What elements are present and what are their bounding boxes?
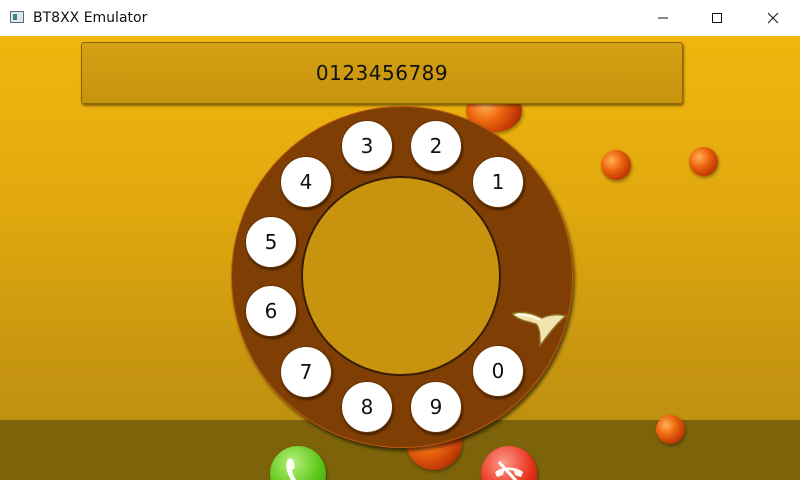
number-display: 0123456789 (81, 42, 683, 104)
minimize-button[interactable] (640, 0, 686, 36)
dial-digit-4[interactable]: 4 (280, 156, 332, 208)
window-title: BT8XX Emulator (33, 10, 148, 26)
phone-stage: 0123456789 1 2 3 4 5 6 7 8 9 0 (0, 36, 800, 480)
decorative-ball (601, 150, 631, 180)
dial-digit-7[interactable]: 7 (280, 346, 332, 398)
finger-stop-icon (510, 311, 568, 349)
phone-hangup-icon (495, 460, 523, 480)
dial-digit-6[interactable]: 6 (245, 285, 297, 337)
close-button[interactable] (750, 0, 796, 36)
decorative-ball (656, 415, 685, 444)
close-icon (767, 12, 779, 24)
dial-digit-1[interactable]: 1 (472, 156, 524, 208)
dial-digit-8[interactable]: 8 (341, 381, 393, 433)
decorative-ball (689, 147, 718, 176)
dial-digit-0[interactable]: 0 (472, 345, 524, 397)
minimize-icon (658, 17, 668, 19)
dial-digit-3[interactable]: 3 (341, 120, 393, 172)
phone-answer-icon (286, 458, 301, 480)
app-window-icon (10, 11, 24, 23)
dial-digit-9[interactable]: 9 (410, 381, 462, 433)
maximize-icon (712, 13, 722, 23)
dial-digit-2[interactable]: 2 (410, 120, 462, 172)
maximize-button[interactable] (694, 0, 740, 36)
dial-center (301, 176, 501, 376)
title-bar: BT8XX Emulator (0, 0, 800, 37)
dial-digit-5[interactable]: 5 (245, 216, 297, 268)
